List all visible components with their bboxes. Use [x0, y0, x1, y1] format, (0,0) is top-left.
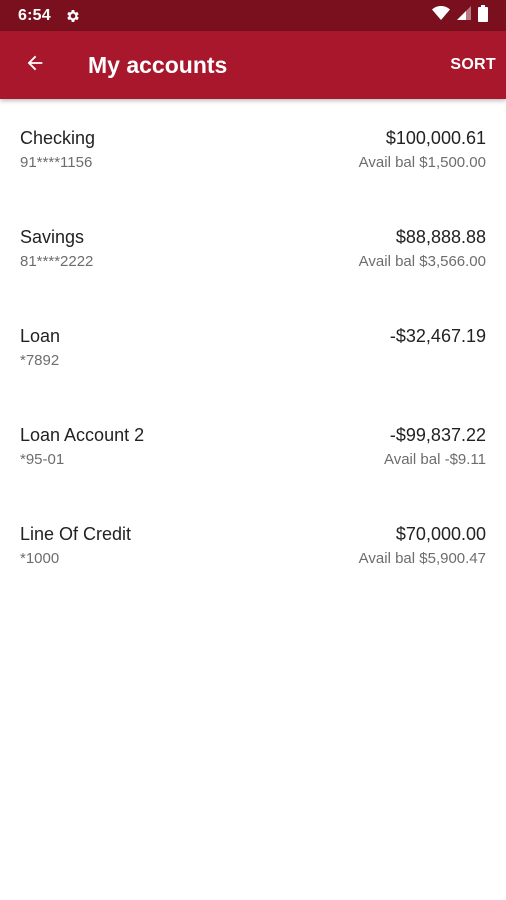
status-bar: 6:54: [0, 0, 506, 31]
account-row-checking[interactable]: Checking 91****1156 $100,000.61 Avail ba…: [0, 99, 506, 198]
account-number: 91****1156: [20, 154, 93, 171]
account-balance: $70,000.00: [395, 524, 486, 544]
accounts-list: Checking 91****1156 $100,000.61 Avail ba…: [0, 99, 506, 594]
status-time: 6:54: [18, 6, 51, 24]
account-number: *1000: [20, 550, 60, 567]
wifi-icon: [432, 5, 450, 26]
available-balance: Avail bal $1,500.00: [358, 154, 486, 171]
account-row-line-of-credit[interactable]: Line Of Credit *1000 $70,000.00 Avail ba…: [0, 495, 506, 594]
account-number: *95-01: [20, 451, 65, 468]
gear-icon: [65, 8, 81, 24]
account-balance: $88,888.88: [395, 227, 486, 247]
page-title: My accounts: [88, 51, 228, 78]
account-name: Line Of Credit: [20, 524, 132, 544]
account-number: 81****2222: [20, 253, 94, 270]
account-number: *7892: [20, 352, 60, 369]
account-name: Loan: [20, 326, 61, 346]
account-balance: $100,000.61: [385, 128, 486, 148]
available-balance: Avail bal -$9.11: [383, 451, 486, 468]
account-name: Loan Account 2: [20, 425, 145, 445]
account-balance: -$99,837.22: [389, 425, 486, 445]
account-row-loan[interactable]: Loan *7892 -$32,467.19: [0, 297, 506, 396]
account-row-loan-account-2[interactable]: Loan Account 2 *95-01 -$99,837.22 Avail …: [0, 396, 506, 495]
account-name: Savings: [20, 227, 85, 247]
account-row-savings[interactable]: Savings 81****2222 $88,888.88 Avail bal …: [0, 198, 506, 297]
arrow-left-icon: [24, 52, 46, 79]
available-balance: Avail bal $5,900.47: [358, 550, 486, 567]
account-name: Checking: [20, 128, 96, 148]
account-balance: -$32,467.19: [389, 326, 486, 346]
available-balance: Avail bal $3,566.00: [358, 253, 486, 270]
cell-signal-icon: [456, 5, 472, 26]
back-button[interactable]: [0, 31, 70, 99]
status-icons: [432, 4, 488, 27]
battery-icon: [478, 4, 488, 27]
sort-button[interactable]: SORT: [450, 56, 496, 74]
app-bar: My accounts SORT: [0, 31, 506, 99]
